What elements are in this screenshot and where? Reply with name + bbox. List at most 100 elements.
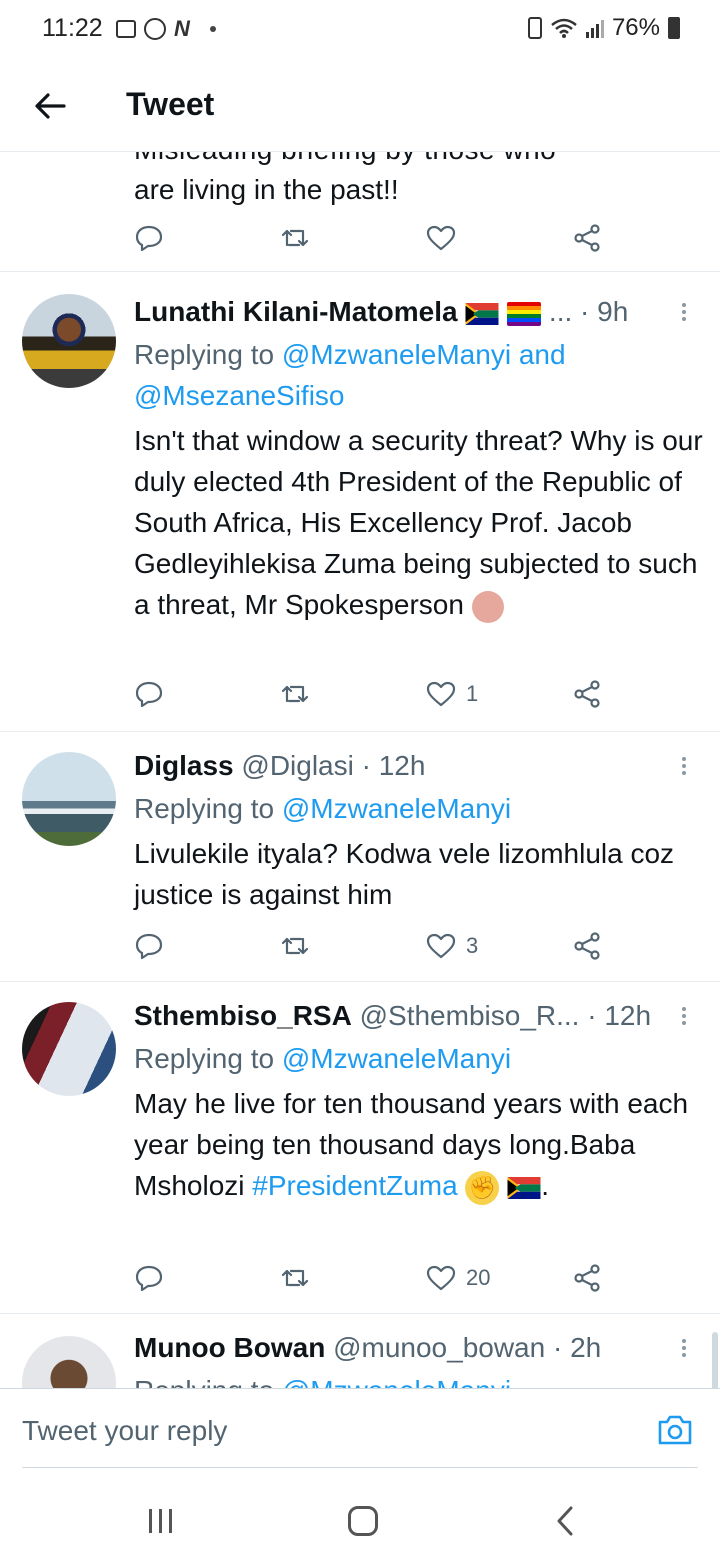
mention-link[interactable]: @MzwaneleManyi	[282, 339, 511, 370]
retweet-button[interactable]	[280, 1258, 310, 1298]
user-handle: @Sthembiso_R...	[359, 1000, 580, 1031]
person-shrugging-emoji-icon	[471, 590, 504, 623]
share-icon	[574, 1264, 600, 1292]
reply-icon	[135, 681, 163, 708]
retweet-icon	[281, 229, 309, 247]
replying-to: Replying to @MzwaneleManyi	[134, 793, 512, 824]
tweet-text: Livulekile ityala? Kodwa vele lizomhlula…	[134, 838, 675, 910]
avatar[interactable]	[22, 1336, 116, 1388]
reply-button[interactable]	[134, 926, 164, 966]
south-africa-flag-icon	[507, 1176, 541, 1199]
share-button[interactable]	[572, 674, 602, 714]
mention-link[interactable]: @MzwaneleManyi	[282, 793, 511, 824]
tweet-time: · 9h	[580, 296, 629, 327]
reply-icon	[135, 933, 163, 960]
reply-button[interactable]	[134, 1258, 164, 1298]
more-options-icon[interactable]	[682, 754, 690, 778]
heart-icon	[426, 225, 456, 251]
gallery-icon	[116, 20, 136, 38]
like-count: 1	[466, 681, 479, 706]
like-button[interactable]: 3	[426, 926, 478, 966]
battery-saver-icon	[527, 17, 542, 39]
user-name[interactable]: Diglass	[134, 750, 234, 781]
avatar[interactable]	[22, 294, 116, 388]
mention-link[interactable]: @MzwaneleManyi	[282, 1043, 511, 1074]
scrollbar[interactable]	[712, 1332, 718, 1388]
like-count: 20	[466, 1265, 491, 1290]
like-button[interactable]: 20	[426, 1258, 490, 1298]
battery-icon	[668, 17, 680, 39]
notification-icons: N	[116, 16, 216, 42]
replying-to: Replying to @MzwaneleManyi	[134, 1043, 512, 1074]
tweet-thread[interactable]: Misleading briefing by those who are liv…	[0, 152, 720, 1388]
user-handle: @munoo_bowan	[333, 1332, 546, 1363]
south-africa-flag-icon	[465, 302, 499, 325]
tweet-item[interactable]: Lunathi Kilani-Matomela ... · 9h Replyin…	[0, 272, 720, 732]
reply-input[interactable]: Tweet your reply	[22, 1415, 227, 1447]
more-notifications-dot-icon	[209, 26, 216, 32]
wifi-icon	[551, 18, 577, 38]
reply-button[interactable]	[134, 218, 164, 258]
tweet-item[interactable]: Misleading briefing by those who are liv…	[0, 152, 720, 272]
raised-fist-emoji-icon: ✊	[465, 1170, 500, 1205]
mention-joiner[interactable]: and	[511, 339, 566, 370]
reply-button[interactable]	[134, 674, 164, 714]
tweet-item[interactable]: Sthembiso_RSA @Sthembiso_R... · 12h Repl…	[0, 982, 720, 1314]
tweet-time: · 12h	[587, 1000, 652, 1031]
share-button[interactable]	[572, 218, 602, 258]
retweet-button[interactable]	[280, 218, 310, 258]
tweet-header: Lunathi Kilani-Matomela ... · 9h	[134, 296, 628, 328]
tweet-item[interactable]: Munoo Bowan @munoo_bowan · 2h Replying t…	[0, 1314, 720, 1388]
back-icon[interactable]	[552, 1506, 578, 1536]
retweet-button[interactable]	[280, 674, 310, 714]
avatar[interactable]	[22, 1002, 116, 1096]
tweet-header: Sthembiso_RSA @Sthembiso_R... · 12h	[134, 1000, 651, 1032]
hashtag-link[interactable]: #PresidentZuma	[252, 1170, 457, 1201]
back-arrow-icon[interactable]	[30, 86, 70, 126]
replying-to: Replying to @MzwaneleManyi	[134, 1370, 694, 1388]
status-bar: 11:22 N 76%	[0, 0, 720, 60]
retweet-button[interactable]	[280, 926, 310, 966]
user-handle: ...	[548, 296, 573, 327]
heart-icon	[426, 1265, 456, 1291]
netflix-n-icon: N	[174, 16, 190, 41]
tweet-time: · 12h	[361, 750, 426, 781]
more-options-icon[interactable]	[682, 1004, 690, 1028]
share-button[interactable]	[572, 926, 602, 966]
whatsapp-icon	[144, 18, 166, 40]
camera-icon[interactable]	[656, 1413, 694, 1447]
avatar[interactable]	[22, 752, 116, 846]
status-time: 11:22	[42, 14, 103, 42]
tweet-actions: 1	[134, 674, 614, 714]
reply-composer[interactable]: Tweet your reply	[0, 1388, 720, 1468]
more-options-icon[interactable]	[682, 1336, 690, 1360]
heart-icon	[426, 933, 456, 959]
like-button[interactable]	[426, 218, 456, 258]
recent-apps-icon[interactable]	[146, 1508, 176, 1534]
tweet-item[interactable]: Diglass @Diglasi · 12h Replying to @Mzwa…	[0, 732, 720, 982]
share-button[interactable]	[572, 1258, 602, 1298]
system-navigation-bar	[0, 1468, 720, 1560]
signal-icon	[585, 18, 604, 38]
home-icon[interactable]	[348, 1506, 378, 1536]
tweet-text-cut-off: Misleading briefing by those who	[134, 152, 556, 166]
tweet-time: · 2h	[552, 1332, 602, 1363]
heart-icon	[426, 681, 456, 707]
more-options-icon[interactable]	[682, 300, 690, 324]
tweet-actions: 20	[134, 1258, 614, 1298]
tweet-text: are living in the past!!	[134, 174, 399, 205]
user-handle: @Diglasi	[241, 750, 354, 781]
mention-link[interactable]: @MsezaneSifiso	[134, 380, 345, 411]
share-icon	[574, 680, 600, 708]
mention-link[interactable]: @MzwaneleManyi	[282, 1375, 511, 1388]
retweet-icon	[281, 937, 309, 955]
user-name[interactable]: Munoo Bowan	[134, 1332, 325, 1363]
user-name[interactable]: Lunathi Kilani-Matomela	[134, 296, 458, 327]
system-icons: 76%	[527, 14, 680, 42]
user-name[interactable]: Sthembiso_RSA	[134, 1000, 352, 1031]
tweet-text: May he live for ten thousand years with …	[134, 1083, 704, 1206]
battery-percent: 76%	[611, 14, 660, 41]
replying-to: Replying to @MzwaneleManyi and @MsezaneS…	[134, 339, 566, 411]
retweet-icon	[281, 685, 309, 703]
like-button[interactable]: 1	[426, 674, 478, 714]
